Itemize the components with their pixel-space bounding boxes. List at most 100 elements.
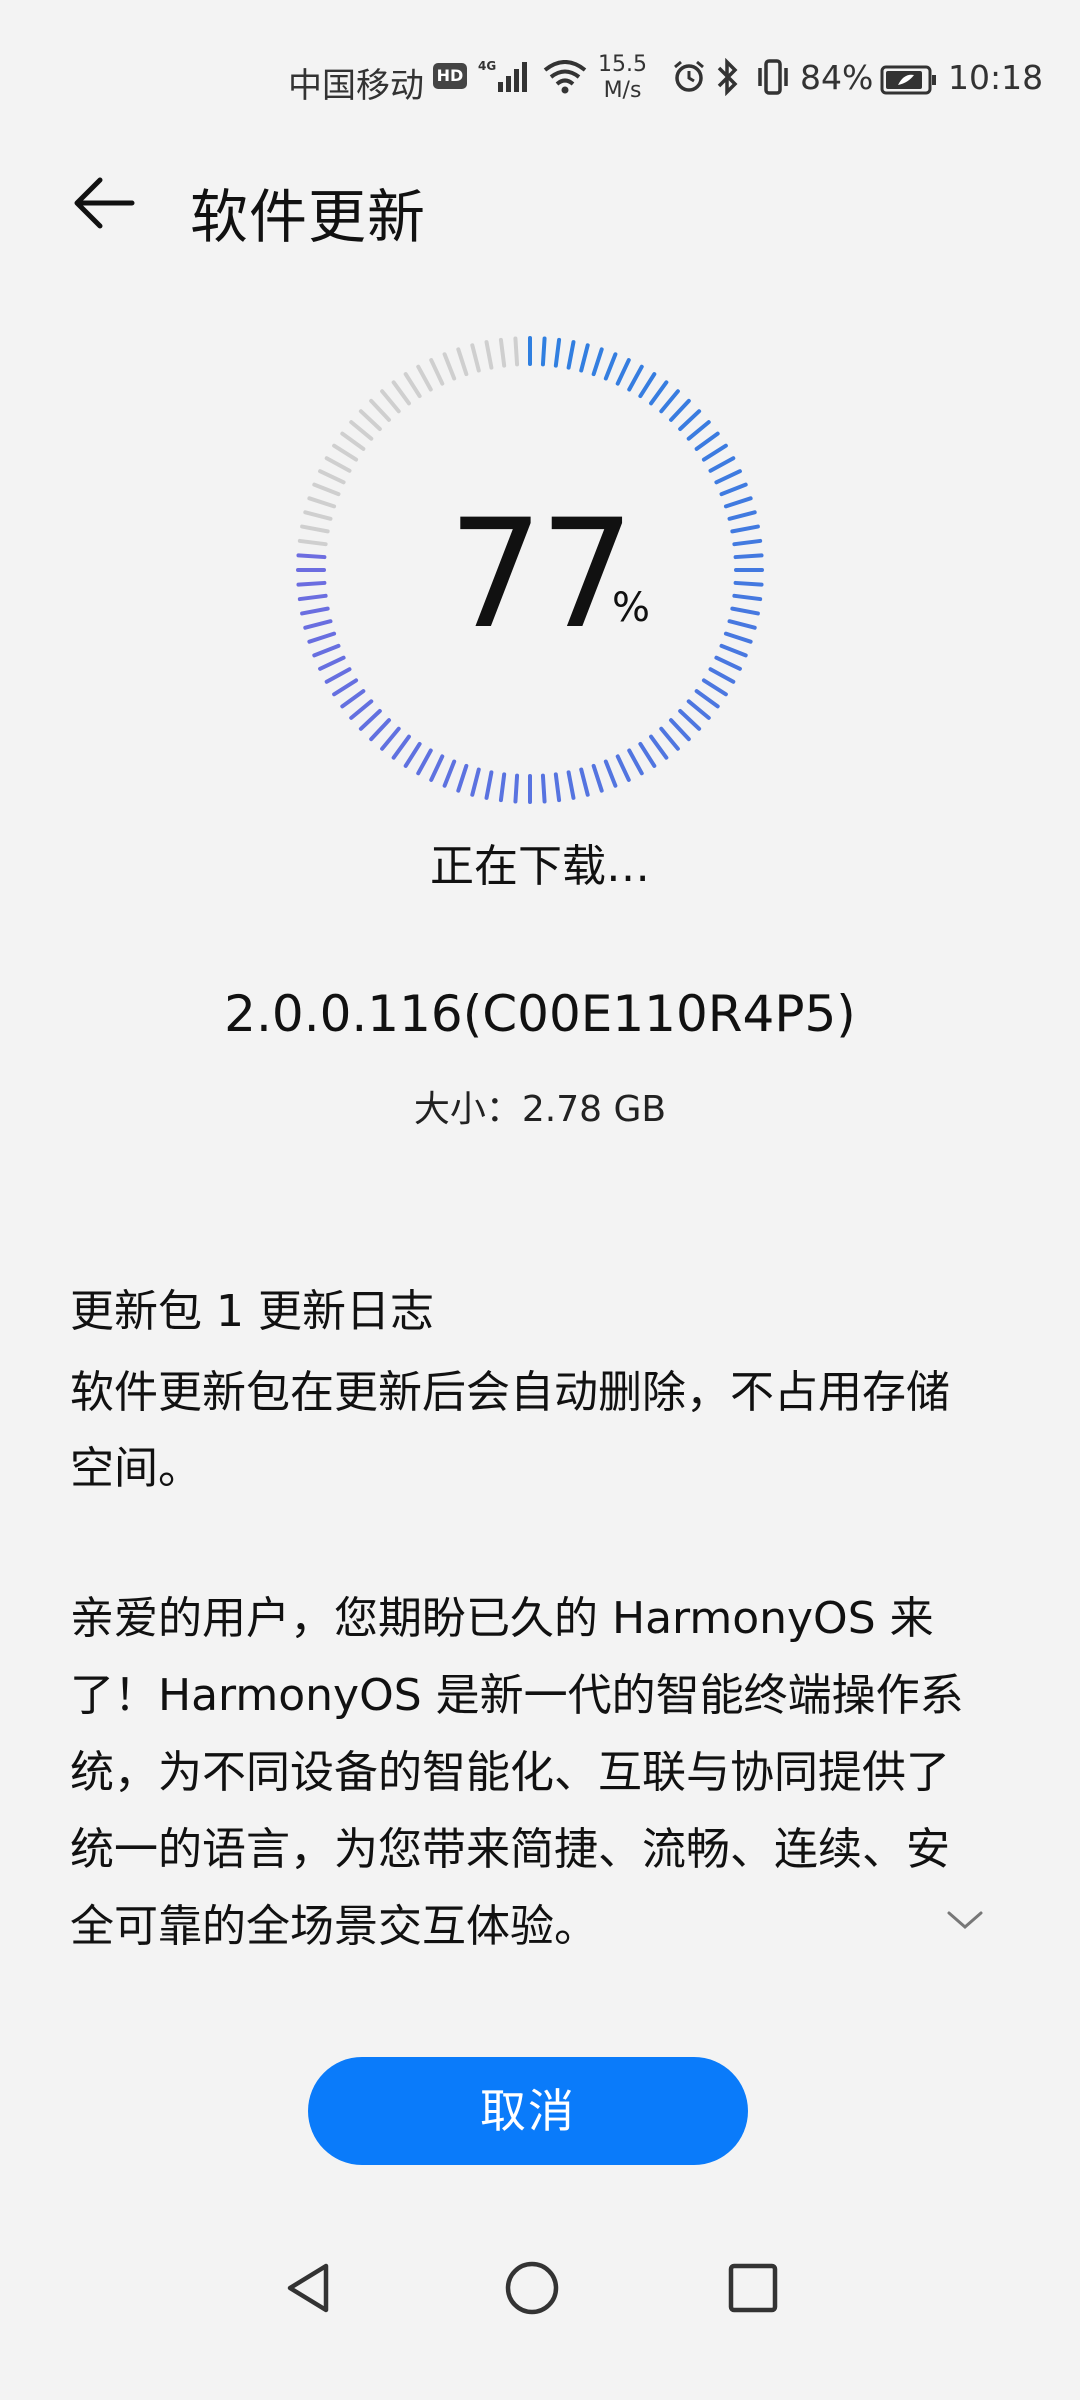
progress-tick-empty (429, 358, 445, 386)
progress-tick-filled (403, 741, 422, 768)
progress-tick-filled (732, 593, 763, 602)
progress-tick-empty (442, 352, 457, 381)
progress-tick-filled (429, 754, 445, 782)
progress-tick-filled (719, 643, 748, 658)
progress-tick-empty (349, 420, 374, 441)
vibrate-icon (755, 58, 791, 100)
progress-tick-empty (297, 538, 328, 547)
progress-tick-filled (513, 773, 520, 804)
progress-tick-filled (615, 358, 631, 386)
progress-tick-empty (498, 337, 507, 368)
progress-tick-filled (649, 380, 669, 406)
software-update-screen: 中国移动 HD 4G 15.5 M/s 84% 10:18 软件更新 77 % … (0, 0, 1080, 2400)
progress-tick-filled (553, 772, 562, 803)
nav-home-icon[interactable] (502, 2258, 562, 2322)
progress-tick-filled (540, 336, 547, 367)
progress-tick-filled (296, 553, 327, 560)
page-title: 软件更新 (190, 183, 427, 251)
progress-tick-empty (312, 482, 341, 497)
version-number: 2.0.0.116(C00E110R4P5) (224, 985, 856, 1043)
chevron-down-icon (947, 1911, 983, 1929)
progress-tick-filled (484, 770, 494, 800)
progress-tick-filled (303, 619, 333, 630)
progress-tick-filled (694, 431, 720, 451)
changelog-description: 亲爱的用户，您期盼已久的 HarmonyOS 来了！HarmonyOS 是新一代… (70, 1593, 964, 1952)
hd-badge: HD (433, 63, 467, 89)
progress-tick-filled (300, 606, 330, 616)
progress-tick-filled (669, 398, 691, 422)
progress-tick-filled (358, 709, 382, 731)
expand-changelog-button[interactable] (945, 1905, 985, 1935)
progress-tick-filled (312, 643, 341, 658)
progress-tick-filled (296, 580, 327, 587)
bluetooth-icon (715, 57, 741, 100)
cancel-button[interactable]: 取消 (308, 2057, 748, 2165)
progress-tick-filled (456, 763, 469, 793)
back-button[interactable] (70, 168, 140, 238)
progress-tick-empty (470, 343, 481, 373)
progress-tick-filled (391, 734, 411, 760)
progress-tick-filled (686, 420, 711, 441)
progress-tick-filled (701, 443, 728, 462)
progress-tick-filled (659, 726, 680, 751)
progress-tick-filled (727, 619, 757, 630)
network-type-label: 4G (478, 59, 496, 73)
progress-tick-filled (730, 524, 760, 534)
progress-tick-filled (627, 748, 644, 776)
progress-tick-filled (714, 655, 742, 671)
progress-tick-filled (442, 759, 457, 788)
progress-tick-empty (513, 336, 520, 367)
progress-tick-filled (340, 689, 366, 709)
progress-tick-filled (498, 772, 507, 803)
progress-tick-filled (678, 409, 702, 431)
progress-tick-filled (708, 667, 736, 684)
progress-tick-filled (297, 593, 328, 602)
signal-icon: 4G (478, 58, 536, 98)
clock: 10:18 (948, 58, 1044, 97)
nav-back-icon[interactable] (278, 2258, 338, 2322)
progress-tick-filled (723, 631, 753, 644)
progress-tick-filled (603, 759, 618, 788)
progress-tick-empty (391, 380, 411, 406)
progress-tick-filled (324, 667, 352, 684)
alarm-icon (672, 60, 706, 98)
wifi-icon (543, 60, 587, 98)
nav-recent-apps-icon[interactable] (725, 2260, 781, 2320)
progress-tick-filled (701, 678, 728, 697)
progress-tick-filled (694, 689, 720, 709)
progress-tick-filled (369, 718, 391, 742)
progress-tick-empty (369, 398, 391, 422)
changelog-notice: 软件更新包在更新后会自动删除，不占用存储空间。 (70, 1367, 950, 1494)
progress-tick-filled (730, 606, 760, 616)
progress-tick-empty (324, 456, 352, 473)
battery-percent: 84% (800, 58, 874, 97)
percent-sign: % (612, 585, 651, 631)
progress-tick-filled (732, 538, 763, 547)
progress-tick-filled (579, 343, 590, 373)
progress-tick-filled (307, 631, 337, 644)
speed-unit: M/s (603, 78, 642, 103)
progress-tick-empty (403, 372, 422, 399)
progress-tick-filled (686, 699, 711, 720)
progress-tick-filled (566, 770, 576, 800)
progress-tick-empty (303, 510, 333, 521)
progress-tick-filled (669, 718, 691, 742)
network-speed: 15.5 M/s (598, 52, 647, 104)
progress-tick-filled (727, 510, 757, 521)
progress-tick-filled (318, 655, 346, 671)
progress-tick-empty (332, 443, 359, 462)
progress-tick-filled (603, 352, 618, 381)
progress-tick-filled (723, 496, 753, 509)
speed-value: 15.5 (598, 52, 647, 77)
carrier-label: 中国移动 (288, 66, 424, 106)
progress-tick-filled (470, 767, 481, 797)
changelog-title: 更新包 1 更新日志 (70, 1286, 434, 1337)
progress-tick-filled (579, 767, 590, 797)
progress-tick-empty (340, 431, 366, 451)
progress-tick-filled (659, 389, 680, 414)
progress-tick-filled (678, 709, 702, 731)
back-arrow-icon (74, 177, 135, 229)
progress-tick-filled (540, 773, 547, 804)
progress-tick-empty (318, 469, 346, 485)
progress-tick-empty (484, 340, 494, 370)
